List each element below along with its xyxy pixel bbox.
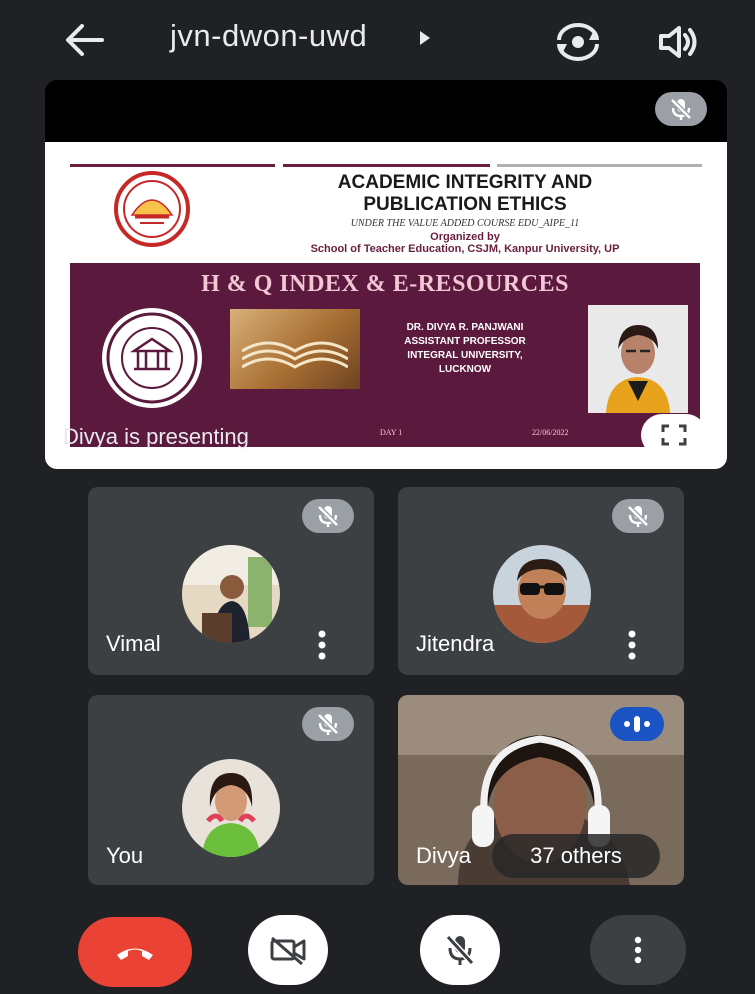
shared-slide: ACADEMIC INTEGRITY AND PUBLICATION ETHIC… — [45, 142, 727, 469]
fullscreen-icon — [661, 424, 687, 446]
back-arrow-icon[interactable] — [62, 20, 106, 60]
slide-title: ACADEMIC INTEGRITY AND PUBLICATION ETHIC… — [337, 172, 593, 215]
avatar — [182, 545, 280, 643]
more-options-icon[interactable] — [626, 629, 638, 661]
participant-name: Divya — [416, 843, 472, 868]
slide-organizer: School of Teacher Education, CSJM, Kanpu… — [310, 243, 620, 255]
mic-off-icon — [445, 934, 475, 966]
speaker-icon[interactable] — [655, 22, 701, 62]
slide-divider — [283, 164, 490, 167]
top-bar: jvn-dwon-uwd — [0, 0, 755, 80]
camera-off-icon — [270, 936, 306, 966]
speaking-indicator-badge — [610, 707, 664, 741]
mic-off-icon — [627, 505, 649, 527]
slide-divider — [497, 164, 702, 167]
presenter-mic-off-badge — [655, 92, 707, 126]
audio-level-icon — [624, 716, 650, 732]
participant-name: Vimal — [106, 631, 161, 656]
end-call-button[interactable] — [78, 917, 192, 987]
slide-subtitle: UNDER THE VALUE ADDED COURSE EDU_AIPE_11 — [350, 218, 580, 229]
switch-camera-icon[interactable] — [553, 20, 603, 64]
slide-topic-band: H & Q INDEX & E-RESOURCES DR. DIVYA R. P… — [70, 263, 700, 447]
microphone-toggle-button[interactable] — [420, 915, 500, 985]
others-count-pill[interactable]: 37 others — [492, 834, 660, 878]
participant-mic-off-badge — [612, 499, 664, 533]
participant-mic-off-badge — [302, 707, 354, 741]
fullscreen-button[interactable] — [641, 414, 707, 456]
more-options-icon — [634, 936, 642, 964]
participant-name: You — [106, 843, 144, 868]
book-pages-art — [242, 341, 348, 369]
more-options-button[interactable] — [590, 915, 686, 985]
slide-speaker-info: DR. DIVYA R. PANJWANI ASSISTANT PROFESSO… — [404, 322, 526, 375]
mic-off-icon — [670, 98, 692, 120]
expand-arrow-icon[interactable] — [418, 30, 432, 46]
avatar — [493, 545, 591, 643]
slide-day: DAY 1 — [380, 428, 403, 437]
integral-university-logo — [102, 308, 202, 408]
more-options-icon[interactable] — [316, 629, 328, 661]
slide-topic-title: H & Q INDEX & E-RESOURCES — [201, 271, 569, 297]
participant-tile[interactable]: Jitendra — [398, 487, 684, 675]
participant-tile-self[interactable]: You — [88, 695, 374, 885]
speaker-photo — [588, 305, 688, 413]
mic-off-icon — [317, 713, 339, 735]
slide-divider — [70, 164, 275, 167]
avatar — [182, 759, 280, 857]
camera-toggle-button[interactable] — [248, 915, 328, 985]
slide-date: 22/06/2022 — [532, 428, 569, 437]
meeting-code[interactable]: jvn-dwon-uwd — [170, 18, 367, 54]
participant-tile[interactable]: Vimal — [88, 487, 374, 675]
participant-name: Jitendra — [416, 631, 495, 656]
presenting-label: Divya is presenting — [63, 424, 249, 449]
presentation-tile[interactable]: ACADEMIC INTEGRITY AND PUBLICATION ETHIC… — [45, 80, 727, 469]
participant-mic-off-badge — [302, 499, 354, 533]
slide-organized-by: Organized by — [430, 231, 500, 243]
hang-up-icon — [117, 948, 153, 960]
mic-off-icon — [317, 505, 339, 527]
